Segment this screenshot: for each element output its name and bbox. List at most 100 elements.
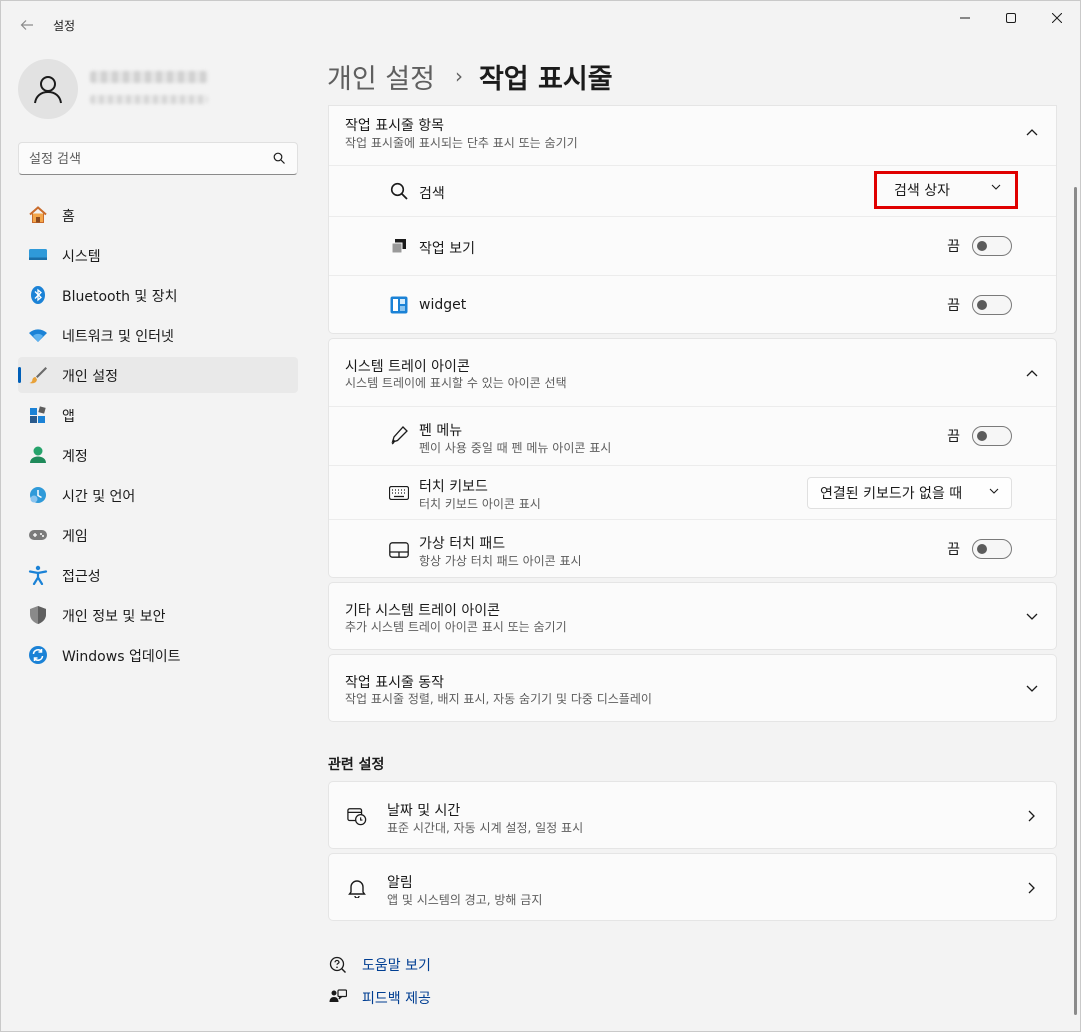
sidebar-item-label: 계정 (62, 449, 88, 465)
breadcrumb: 개인 설정 › 작업 표시줄 (327, 57, 613, 95)
taskbar-behaviors-card[interactable]: 작업 표시줄 동작 작업 표시줄 정렬, 배지 표시, 자동 숨기기 및 다중 … (328, 654, 1057, 722)
shield-icon (28, 605, 48, 625)
notifications-description: 앱 및 시스템의 경고, 방해 금지 (387, 893, 543, 907)
touch-keyboard-dropdown[interactable]: 연결된 키보드가 없을 때 (807, 477, 1012, 509)
maximize-button[interactable] (988, 1, 1034, 35)
touch-keyboard-row: 터치 키보드 터치 키보드 아이콘 표시 연결된 키보드가 없을 때 (329, 465, 1056, 519)
user-profile[interactable] (18, 59, 298, 119)
widget-row: widget 끔 (329, 275, 1056, 334)
back-button[interactable] (15, 11, 39, 39)
accessibility-icon (28, 565, 48, 585)
chevron-down-icon[interactable] (1024, 681, 1040, 697)
notifications-link[interactable]: 알림 앱 및 시스템의 경고, 방해 금지 (328, 853, 1057, 921)
dropdown-value: 연결된 키보드가 없을 때 (820, 486, 963, 502)
pen-icon (389, 425, 409, 445)
sidebar-item-windows-update[interactable]: Windows 업데이트 (18, 637, 298, 673)
sidebar-item-home[interactable]: 홈 (18, 197, 298, 233)
task-view-row: 작업 보기 끔 (329, 216, 1056, 275)
person-icon (34, 76, 62, 104)
search-input[interactable] (29, 149, 259, 169)
pen-menu-toggle-group: 끔 (947, 426, 1012, 446)
pen-menu-row: 펜 메뉴 펜이 사용 중일 때 펜 메뉴 아이콘 표시 끔 (329, 406, 1056, 465)
touch-keyboard-description: 터치 키보드 아이콘 표시 (419, 497, 541, 511)
widget-toggle[interactable] (972, 295, 1012, 315)
chevron-right-icon (1024, 808, 1040, 824)
virtual-touchpad-toggle-group: 끔 (947, 539, 1012, 559)
settings-search[interactable] (18, 142, 298, 175)
pen-menu-toggle[interactable] (972, 426, 1012, 446)
title-bar: 설정 (1, 1, 1080, 49)
chevron-up-icon[interactable] (1024, 365, 1040, 381)
breadcrumb-parent[interactable]: 개인 설정 (327, 57, 435, 96)
chevron-up-icon[interactable] (1024, 124, 1040, 140)
gamepad-icon (28, 525, 48, 545)
task-view-toggle[interactable] (972, 236, 1012, 256)
sidebar-item-accounts[interactable]: 계정 (18, 437, 298, 473)
section-title: 기타 시스템 트레이 아이콘 (345, 603, 501, 619)
sidebar-item-time-language[interactable]: 시간 및 언어 (18, 477, 298, 513)
task-view-label: 작업 보기 (419, 241, 475, 257)
feedback-label: 피드백 제공 (362, 991, 431, 1007)
date-time-description: 표준 시간대, 자동 시계 설정, 일정 표시 (387, 821, 584, 835)
section-title: 작업 표시줄 항목 (345, 118, 445, 134)
pen-menu-description: 펜이 사용 중일 때 펜 메뉴 아이콘 표시 (419, 441, 612, 455)
widget-label: widget (419, 297, 467, 313)
wifi-icon (28, 325, 48, 345)
system-tray-header[interactable]: 시스템 트레이 아이콘 시스템 트레이에 표시할 수 있는 아이콘 선택 (329, 339, 1056, 406)
chevron-down-icon[interactable] (1024, 609, 1040, 625)
app-title: 설정 (53, 19, 76, 33)
brush-icon (28, 365, 48, 385)
feedback-icon (328, 988, 348, 1008)
back-arrow-icon (20, 20, 33, 30)
toggle-state-label: 끔 (947, 298, 960, 314)
sidebar-item-label: 시간 및 언어 (62, 489, 136, 505)
close-button[interactable] (1034, 1, 1080, 35)
sidebar-item-label: 접근성 (62, 569, 101, 585)
search-icon (273, 152, 285, 164)
sidebar-item-network[interactable]: 네트워크 및 인터넷 (18, 317, 298, 353)
feedback-link[interactable]: 피드백 제공 (328, 986, 431, 1010)
sidebar-item-apps[interactable]: 앱 (18, 397, 298, 433)
settings-window: 설정 홈 시스템 (0, 0, 1081, 1032)
account-icon (28, 445, 48, 465)
profile-name-redacted (90, 71, 208, 83)
profile-email-redacted (90, 95, 208, 104)
sidebar-item-personalization[interactable]: 개인 설정 (18, 357, 298, 393)
sidebar-item-bluetooth[interactable]: Bluetooth 및 장치 (18, 277, 298, 313)
sidebar-item-label: Windows 업데이트 (62, 649, 181, 665)
virtual-touchpad-toggle[interactable] (972, 539, 1012, 559)
bell-icon (347, 878, 367, 898)
sidebar-item-label: 시스템 (62, 249, 101, 265)
sidebar-item-privacy-security[interactable]: 개인 정보 및 보안 (18, 597, 298, 633)
sidebar-item-gaming[interactable]: 게임 (18, 517, 298, 553)
sidebar-item-system[interactable]: 시스템 (18, 237, 298, 273)
scrollbar[interactable] (1074, 187, 1077, 1015)
section-title: 작업 표시줄 동작 (345, 675, 445, 691)
search-row-label: 검색 (419, 186, 445, 202)
date-time-link[interactable]: 날짜 및 시간 표준 시간대, 자동 시계 설정, 일정 표시 (328, 781, 1057, 849)
taskbar-items-header[interactable]: 작업 표시줄 항목 작업 표시줄에 표시되는 단추 표시 또는 숨기기 (329, 106, 1056, 165)
get-help-link[interactable]: 도움말 보기 (328, 953, 431, 977)
sidebar-item-label: 네트워크 및 인터넷 (62, 329, 174, 345)
toggle-state-label: 끔 (947, 429, 960, 445)
toggle-knob (977, 241, 987, 251)
system-tray-card: 시스템 트레이 아이콘 시스템 트레이에 표시할 수 있는 아이콘 선택 펜 메… (328, 338, 1057, 578)
other-tray-icons-card[interactable]: 기타 시스템 트레이 아이콘 추가 시스템 트레이 아이콘 표시 또는 숨기기 (328, 582, 1057, 650)
touch-keyboard-label: 터치 키보드 (419, 479, 488, 495)
widget-toggle-group: 끔 (947, 295, 1012, 315)
bluetooth-icon (28, 285, 48, 305)
get-help-label: 도움말 보기 (362, 958, 431, 974)
apps-icon (28, 405, 48, 425)
system-icon (28, 245, 48, 265)
section-title: 시스템 트레이 아이콘 (345, 359, 470, 375)
date-time-label: 날짜 및 시간 (387, 803, 461, 819)
task-view-icon (389, 236, 409, 256)
minimize-button[interactable] (942, 1, 988, 35)
sidebar-item-accessibility[interactable]: 접근성 (18, 557, 298, 593)
virtual-touchpad-description: 항상 가상 터치 패드 아이콘 표시 (419, 554, 582, 568)
close-icon (1052, 13, 1062, 23)
avatar (18, 59, 78, 119)
help-icon (328, 955, 348, 975)
section-subtitle: 작업 표시줄 정렬, 배지 표시, 자동 숨기기 및 다중 디스플레이 (345, 692, 652, 706)
time-language-icon (28, 485, 48, 505)
